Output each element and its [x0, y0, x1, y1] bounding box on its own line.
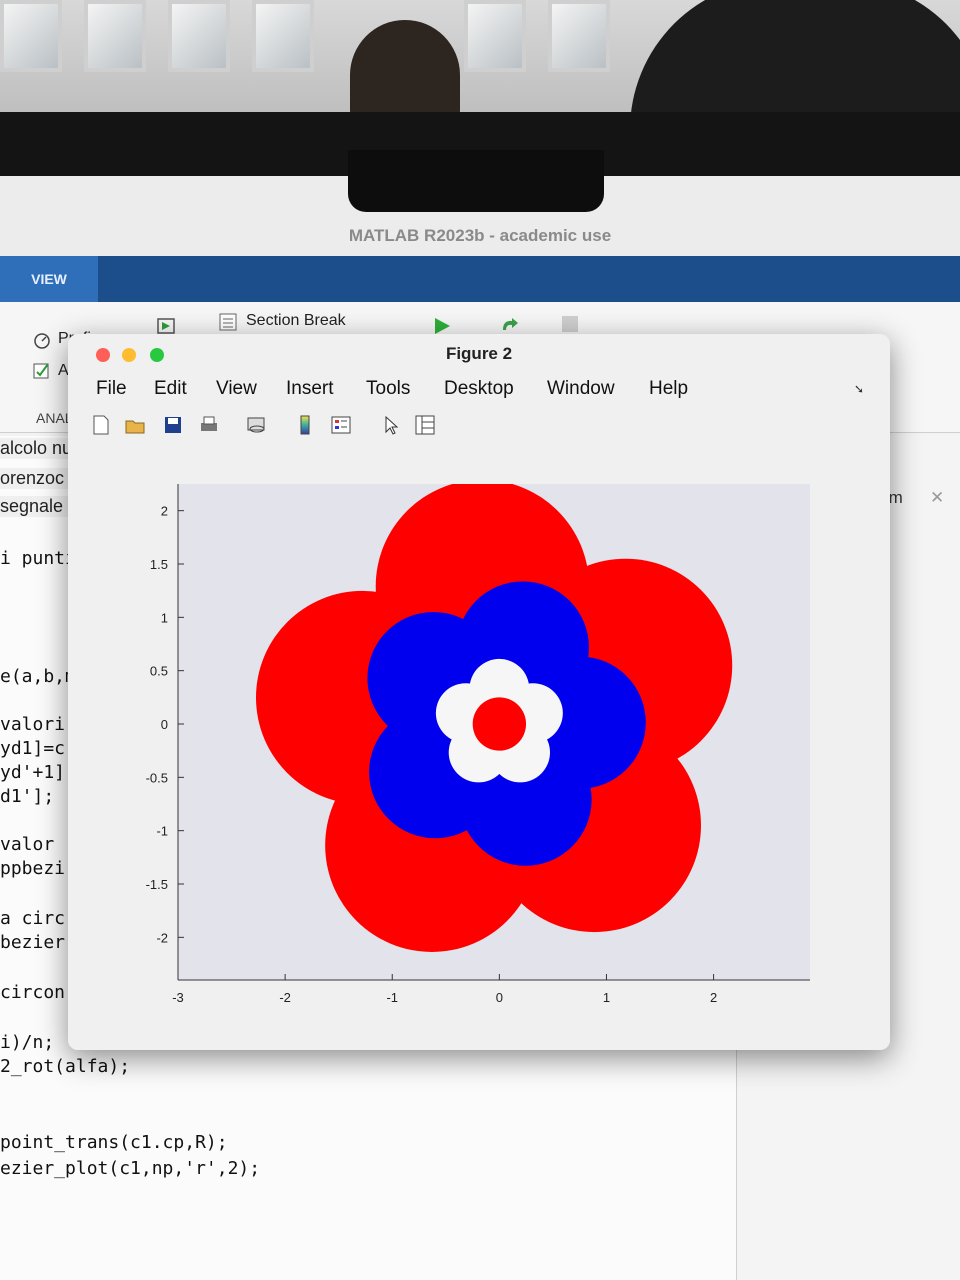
y-tick-label: 1: [161, 610, 168, 625]
section-break-icon[interactable]: [218, 312, 238, 332]
menu-view[interactable]: View: [216, 378, 257, 400]
glass-block: [252, 0, 314, 72]
code-line: a circ: [0, 908, 66, 929]
camera-notch: [348, 150, 604, 212]
code-line: i)/n;: [0, 1032, 55, 1053]
figure-menubar: File Edit View Insert Tools Desktop Wind…: [68, 374, 890, 408]
x-tick-label: -3: [172, 990, 184, 1005]
save-icon[interactable]: [162, 414, 184, 436]
menu-edit[interactable]: Edit: [154, 378, 187, 400]
menu-desktop[interactable]: Desktop: [444, 378, 514, 400]
y-tick-label: 0: [161, 717, 168, 732]
menu-file[interactable]: File: [96, 378, 127, 400]
x-tick-label: -1: [386, 990, 398, 1005]
new-figure-icon[interactable]: [90, 414, 112, 436]
close-tab-icon[interactable]: ✕: [930, 488, 944, 508]
link-plot-icon[interactable]: [246, 414, 268, 436]
property-inspector-icon[interactable]: [414, 414, 436, 436]
close-window-icon[interactable]: [96, 348, 110, 362]
run-section-icon[interactable]: [156, 316, 176, 336]
y-tick-label: 2: [161, 504, 168, 519]
figure-window: Figure 2 File Edit View Insert Tools Des…: [68, 334, 890, 1050]
code-line: ezier_plot(c1,np,'r',2);: [0, 1158, 261, 1179]
ribbon-tab-strip: VIEW: [0, 256, 960, 302]
analyze-icon[interactable]: [32, 360, 52, 380]
code-line: d1'];: [0, 786, 55, 807]
undock-arrow-icon[interactable]: ➘: [854, 382, 864, 396]
y-tick-label: -0.5: [146, 770, 168, 785]
stop-icon[interactable]: [560, 314, 580, 334]
menu-help[interactable]: Help: [649, 378, 688, 400]
legend-icon[interactable]: [330, 414, 352, 436]
glass-block: [168, 0, 230, 72]
code-line: ppbezi: [0, 858, 66, 879]
run-icon[interactable]: [432, 316, 452, 336]
x-tick-label: 2: [710, 990, 717, 1005]
code-line: e(a,b,m: [0, 666, 76, 687]
x-tick-label: 0: [496, 990, 503, 1005]
x-tick-label: -2: [279, 990, 291, 1005]
y-tick-label: 1.5: [150, 557, 168, 572]
colorbar-icon[interactable]: [294, 414, 316, 436]
code-line: i punti: [0, 548, 76, 569]
step-icon[interactable]: [500, 316, 520, 336]
maximize-window-icon[interactable]: [150, 348, 164, 362]
edit-plot-arrow-icon[interactable]: [380, 414, 402, 436]
minimize-window-icon[interactable]: [122, 348, 136, 362]
y-tick-label: 0.5: [150, 664, 168, 679]
menu-insert[interactable]: Insert: [286, 378, 334, 400]
photo-scene: MATLAB R2023b - academic use VIEW Sectio…: [0, 0, 960, 1280]
y-tick-label: -1: [156, 824, 168, 839]
code-line: valor: [0, 834, 55, 855]
open-file-icon[interactable]: [124, 414, 146, 436]
glass-block: [548, 0, 610, 72]
glass-block: [84, 0, 146, 72]
x-tick-label: 1: [603, 990, 610, 1005]
chart-svg[interactable]: -3 -2 -1 0 1 2 2 1.5 1 0.5 0 -0.5 -1 -1.5 -2: [68, 442, 890, 1050]
glass-block: [464, 0, 526, 72]
code-line: point_trans(c1.cp,R);: [0, 1132, 228, 1153]
code-line: yd1]=c: [0, 738, 66, 759]
figure-title: Figure 2: [445, 344, 513, 363]
plot-area: -3 -2 -1 0 1 2 2 1.5 1 0.5 0 -0.5 -1 -1.5 -2: [68, 442, 890, 1050]
code-line: yd'+1];: [0, 762, 76, 783]
tab-view[interactable]: VIEW: [0, 256, 98, 302]
menu-tools[interactable]: Tools: [366, 378, 410, 400]
code-line: bezier: [0, 932, 66, 953]
figure-toolbar: [68, 408, 890, 443]
section-break-button[interactable]: Section Break: [246, 312, 346, 330]
code-line: 2_rot(alfa);: [0, 1056, 131, 1077]
code-line: valori: [0, 714, 66, 735]
profiler-icon[interactable]: [32, 330, 52, 350]
print-icon[interactable]: [198, 414, 220, 436]
code-line: circon: [0, 982, 66, 1003]
y-tick-label: -1.5: [146, 877, 168, 892]
center-core: [472, 697, 527, 751]
app-title: MATLAB R2023b - academic use: [348, 226, 612, 245]
menu-window[interactable]: Window: [547, 378, 615, 400]
glass-block: [0, 0, 62, 72]
y-tick-label: -2: [156, 930, 168, 945]
person-shoulder: [630, 0, 960, 130]
